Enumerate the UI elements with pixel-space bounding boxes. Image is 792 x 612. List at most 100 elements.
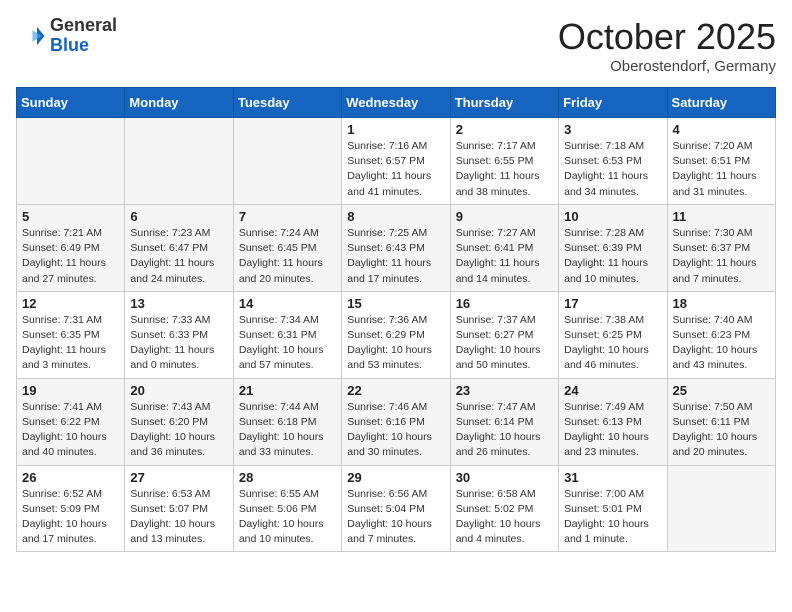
weekday-header-sunday: Sunday <box>17 88 125 118</box>
day-number: 28 <box>239 470 336 485</box>
day-info: Sunrise: 7:25 AM Sunset: 6:43 PM Dayligh… <box>347 226 444 287</box>
day-info: Sunrise: 7:31 AM Sunset: 6:35 PM Dayligh… <box>22 313 119 374</box>
weekday-header-friday: Friday <box>559 88 667 118</box>
calendar-cell: 28 Sunrise: 6:55 AM Sunset: 5:06 PM Dayli… <box>233 465 341 552</box>
calendar: SundayMondayTuesdayWednesdayThursdayFrid… <box>16 87 776 552</box>
calendar-cell <box>17 118 125 205</box>
calendar-cell: 1Sunrise: 7:16 AM Sunset: 6:57 PM Daylig… <box>342 118 450 205</box>
logo-general: General <box>50 16 117 36</box>
day-number: 22 <box>347 383 444 398</box>
logo-text: General Blue <box>50 16 117 56</box>
day-number: 10 <box>564 209 661 224</box>
title-section: October 2025 Oberostendorf, Germany <box>558 16 776 75</box>
calendar-cell: 10 Sunrise: 7:28 AM Sunset: 6:39 PM Dayli… <box>559 204 667 291</box>
day-info: Sunrise: 7:40 AM Sunset: 6:23 PM Dayligh… <box>673 313 770 374</box>
day-number: 18 <box>673 296 770 311</box>
day-info: Sunrise: 6:53 AM Sunset: 5:07 PM Dayligh… <box>130 487 227 548</box>
weekday-header-wednesday: Wednesday <box>342 88 450 118</box>
calendar-cell: 19 Sunrise: 7:41 AM Sunset: 6:22 PM Dayli… <box>17 378 125 465</box>
location: Oberostendorf, Germany <box>558 58 776 75</box>
day-number: 25 <box>673 383 770 398</box>
day-number: 3 <box>564 122 661 137</box>
day-number: 30 <box>456 470 553 485</box>
calendar-cell: 31 Sunrise: 7:00 AM Sunset: 5:01 PM Dayli… <box>559 465 667 552</box>
calendar-cell: 17Sunrise: 7:38 AM Sunset: 6:25 PM Dayli… <box>559 291 667 378</box>
day-info: Sunrise: 7:41 AM Sunset: 6:22 PM Dayligh… <box>22 400 119 461</box>
day-number: 5 <box>22 209 119 224</box>
calendar-cell: 14 Sunrise: 7:34 AM Sunset: 6:31 PM Dayli… <box>233 291 341 378</box>
day-info: Sunrise: 7:24 AM Sunset: 6:45 PM Dayligh… <box>239 226 336 287</box>
day-info: Sunrise: 7:17 AM Sunset: 6:55 PM Dayligh… <box>456 139 553 200</box>
day-number: 13 <box>130 296 227 311</box>
day-number: 31 <box>564 470 661 485</box>
day-info: Sunrise: 7:18 AM Sunset: 6:53 PM Dayligh… <box>564 139 661 200</box>
calendar-cell: 3 Sunrise: 7:18 AM Sunset: 6:53 PM Daylig… <box>559 118 667 205</box>
calendar-cell: 5 Sunrise: 7:21 AM Sunset: 6:49 PM Daylig… <box>17 204 125 291</box>
calendar-cell: 11Sunrise: 7:30 AM Sunset: 6:37 PM Dayli… <box>667 204 775 291</box>
day-info: Sunrise: 6:55 AM Sunset: 5:06 PM Dayligh… <box>239 487 336 548</box>
logo-icon <box>16 21 46 51</box>
week-row-5: 26 Sunrise: 6:52 AM Sunset: 5:09 PM Dayli… <box>17 465 776 552</box>
calendar-cell: 25 Sunrise: 7:50 AM Sunset: 6:11 PM Dayli… <box>667 378 775 465</box>
week-row-4: 19 Sunrise: 7:41 AM Sunset: 6:22 PM Dayli… <box>17 378 776 465</box>
day-info: Sunrise: 7:33 AM Sunset: 6:33 PM Dayligh… <box>130 313 227 374</box>
day-number: 6 <box>130 209 227 224</box>
day-info: Sunrise: 7:46 AM Sunset: 6:16 PM Dayligh… <box>347 400 444 461</box>
calendar-cell: 30 Sunrise: 6:58 AM Sunset: 5:02 PM Dayli… <box>450 465 558 552</box>
day-info: Sunrise: 7:47 AM Sunset: 6:14 PM Dayligh… <box>456 400 553 461</box>
day-number: 7 <box>239 209 336 224</box>
day-info: Sunrise: 7:28 AM Sunset: 6:39 PM Dayligh… <box>564 226 661 287</box>
day-info: Sunrise: 7:20 AM Sunset: 6:51 PM Dayligh… <box>673 139 770 200</box>
day-info: Sunrise: 7:49 AM Sunset: 6:13 PM Dayligh… <box>564 400 661 461</box>
day-info: Sunrise: 6:52 AM Sunset: 5:09 PM Dayligh… <box>22 487 119 548</box>
calendar-cell: 26 Sunrise: 6:52 AM Sunset: 5:09 PM Dayli… <box>17 465 125 552</box>
day-info: Sunrise: 7:27 AM Sunset: 6:41 PM Dayligh… <box>456 226 553 287</box>
day-number: 8 <box>347 209 444 224</box>
day-number: 24 <box>564 383 661 398</box>
day-info: Sunrise: 7:37 AM Sunset: 6:27 PM Dayligh… <box>456 313 553 374</box>
day-info: Sunrise: 7:16 AM Sunset: 6:57 PM Dayligh… <box>347 139 444 200</box>
day-info: Sunrise: 7:44 AM Sunset: 6:18 PM Dayligh… <box>239 400 336 461</box>
day-number: 4 <box>673 122 770 137</box>
calendar-cell: 2 Sunrise: 7:17 AM Sunset: 6:55 PM Daylig… <box>450 118 558 205</box>
day-info: Sunrise: 7:36 AM Sunset: 6:29 PM Dayligh… <box>347 313 444 374</box>
calendar-cell: 29Sunrise: 6:56 AM Sunset: 5:04 PM Dayli… <box>342 465 450 552</box>
day-number: 2 <box>456 122 553 137</box>
day-info: Sunrise: 7:34 AM Sunset: 6:31 PM Dayligh… <box>239 313 336 374</box>
calendar-cell: 6 Sunrise: 7:23 AM Sunset: 6:47 PM Daylig… <box>125 204 233 291</box>
week-row-1: 1Sunrise: 7:16 AM Sunset: 6:57 PM Daylig… <box>17 118 776 205</box>
calendar-cell: 16Sunrise: 7:37 AM Sunset: 6:27 PM Dayli… <box>450 291 558 378</box>
calendar-cell: 23Sunrise: 7:47 AM Sunset: 6:14 PM Dayli… <box>450 378 558 465</box>
day-number: 14 <box>239 296 336 311</box>
day-info: Sunrise: 6:58 AM Sunset: 5:02 PM Dayligh… <box>456 487 553 548</box>
weekday-header-row: SundayMondayTuesdayWednesdayThursdayFrid… <box>17 88 776 118</box>
calendar-cell <box>233 118 341 205</box>
weekday-header-saturday: Saturday <box>667 88 775 118</box>
day-info: Sunrise: 7:00 AM Sunset: 5:01 PM Dayligh… <box>564 487 661 548</box>
calendar-cell: 20Sunrise: 7:43 AM Sunset: 6:20 PM Dayli… <box>125 378 233 465</box>
day-info: Sunrise: 7:21 AM Sunset: 6:49 PM Dayligh… <box>22 226 119 287</box>
day-number: 9 <box>456 209 553 224</box>
page-header: General Blue October 2025 Oberostendorf,… <box>16 16 776 75</box>
day-number: 19 <box>22 383 119 398</box>
month-title: October 2025 <box>558 16 776 58</box>
day-number: 21 <box>239 383 336 398</box>
calendar-cell: 8 Sunrise: 7:25 AM Sunset: 6:43 PM Daylig… <box>342 204 450 291</box>
day-info: Sunrise: 7:38 AM Sunset: 6:25 PM Dayligh… <box>564 313 661 374</box>
day-info: Sunrise: 7:50 AM Sunset: 6:11 PM Dayligh… <box>673 400 770 461</box>
day-info: Sunrise: 6:56 AM Sunset: 5:04 PM Dayligh… <box>347 487 444 548</box>
calendar-cell: 12Sunrise: 7:31 AM Sunset: 6:35 PM Dayli… <box>17 291 125 378</box>
calendar-cell: 7 Sunrise: 7:24 AM Sunset: 6:45 PM Daylig… <box>233 204 341 291</box>
calendar-cell: 4 Sunrise: 7:20 AM Sunset: 6:51 PM Daylig… <box>667 118 775 205</box>
day-number: 26 <box>22 470 119 485</box>
calendar-cell <box>667 465 775 552</box>
calendar-cell: 15Sunrise: 7:36 AM Sunset: 6:29 PM Dayli… <box>342 291 450 378</box>
day-number: 27 <box>130 470 227 485</box>
week-row-2: 5 Sunrise: 7:21 AM Sunset: 6:49 PM Daylig… <box>17 204 776 291</box>
calendar-cell <box>125 118 233 205</box>
calendar-cell: 9 Sunrise: 7:27 AM Sunset: 6:41 PM Daylig… <box>450 204 558 291</box>
weekday-header-thursday: Thursday <box>450 88 558 118</box>
calendar-cell: 13 Sunrise: 7:33 AM Sunset: 6:33 PM Dayli… <box>125 291 233 378</box>
day-number: 20 <box>130 383 227 398</box>
day-info: Sunrise: 7:23 AM Sunset: 6:47 PM Dayligh… <box>130 226 227 287</box>
